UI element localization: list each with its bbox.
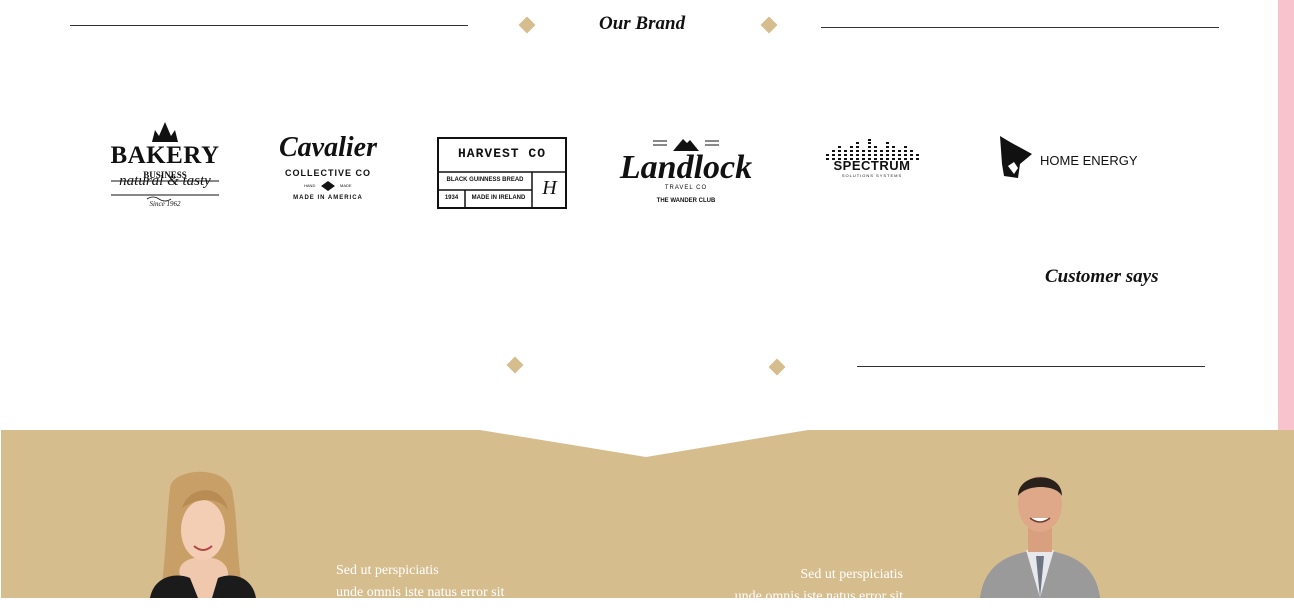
bakery-logo[interactable]: BAKERY BUSINESS natural & tasty Since 19… <box>105 118 225 210</box>
landlock-logo[interactable]: Landlock TRAVEL CO THE WANDER CLUB <box>617 135 755 215</box>
brand-title: Our Brand <box>599 13 686 34</box>
spectrum-tagline: SOLUTIONS SYSTEMS <box>841 173 903 178</box>
diamond-ornament <box>506 356 524 374</box>
divider-line-right <box>821 27 1219 28</box>
quote-line: unde omnis iste natus error sit <box>734 589 903 604</box>
divider-line-right <box>857 366 1205 367</box>
side-scroll-strip <box>1278 0 1294 430</box>
woman-photo-icon <box>150 471 256 598</box>
landlock-tagline: THE WANDER CLUB <box>656 198 716 204</box>
cavalier-subtitle: COLLECTIVE CO <box>284 168 371 178</box>
customer-avatar-woman <box>140 468 270 598</box>
harvest-monogram: H <box>542 177 557 199</box>
bakery-script: natural & tasty <box>119 173 211 189</box>
testimonial-quote: Sed ut perspiciatis unde omnis iste natu… <box>735 564 903 608</box>
sail-house-icon <box>1000 136 1032 178</box>
diamond-ornament <box>768 358 786 376</box>
quote-line: unde omnis iste natus error sit <box>336 585 505 600</box>
divider-line-left <box>70 25 468 26</box>
diamond-ornament <box>760 16 778 34</box>
testimonial-quote: Sed ut perspiciatis unde omnis iste natu… <box>336 560 504 604</box>
harvest-wordmark: HARVEST CO <box>457 146 546 161</box>
diamond-ornament <box>518 16 536 34</box>
harvest-origin: MADE IN IRELAND <box>471 195 526 201</box>
spectrum-wordmark: SPECTRUM <box>833 158 911 173</box>
spectrum-logo[interactable]: SPECTRUM SOLUTIONS SYSTEMS <box>822 138 922 182</box>
cavalier-logo[interactable]: Cavalier COLLECTIVE CO HAND MADE MADE IN… <box>268 132 388 212</box>
harvest-bread: BLACK GUINNESS BREAD <box>446 177 524 183</box>
testimonials-band: Sed ut perspiciatis unde omnis iste natu… <box>0 430 1294 604</box>
home-energy-logo[interactable]: HOME ENERGY <box>996 134 1138 180</box>
cavalier-tagline: MADE IN AMERICA <box>293 195 363 201</box>
harvest-co-logo[interactable]: HARVEST CO BLACK GUINNESS BREAD 1934 MAD… <box>437 137 567 209</box>
man-photo-icon <box>980 476 1100 598</box>
quote-line: Sed ut perspiciatis <box>336 563 439 578</box>
landlock-subtitle: TRAVEL CO <box>664 185 708 191</box>
customer-avatar-man <box>970 464 1110 598</box>
bakery-since: Since 1962 <box>149 200 181 208</box>
cavalier-wordmark: Cavalier <box>279 132 377 163</box>
customer-title: Customer says <box>1045 266 1159 287</box>
cavalier-made: MADE <box>340 183 352 188</box>
cavalier-diamond-icon <box>321 181 335 191</box>
home-energy-wordmark: HOME ENERGY <box>1040 153 1138 168</box>
quote-line: Sed ut perspiciatis <box>800 567 903 582</box>
cavalier-hand: HAND <box>304 183 316 188</box>
landlock-wordmark: Landlock <box>619 149 753 186</box>
bakery-wordmark: BAKERY <box>110 142 220 169</box>
harvest-year: 1934 <box>444 195 459 201</box>
